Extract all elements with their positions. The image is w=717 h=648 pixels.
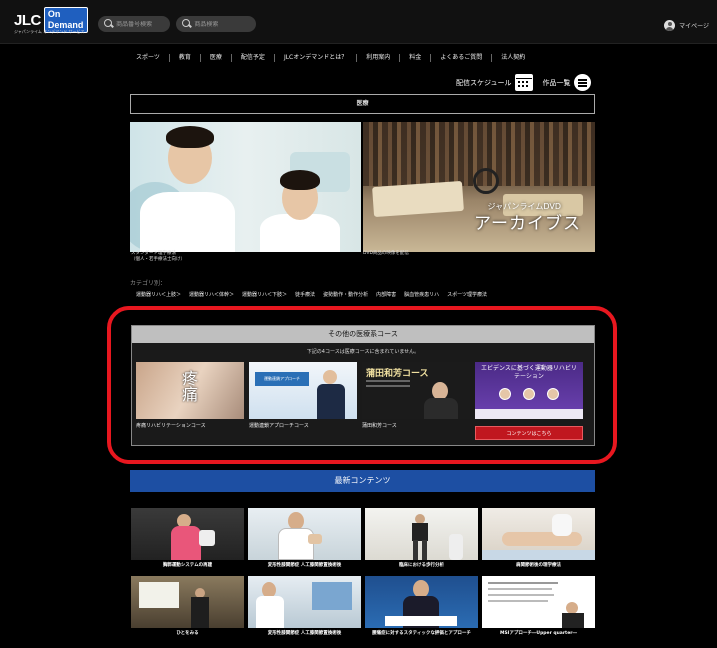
product-search-input[interactable] — [194, 20, 256, 28]
category-label: カテゴリ別： — [130, 280, 167, 287]
user-avatar-icon — [664, 20, 676, 31]
content-card[interactable]: 肩関節術後の理学療法 — [482, 508, 595, 568]
product-search[interactable] — [176, 16, 256, 32]
category-link[interactable]: 運動器リハ＜上肢＞ — [136, 291, 181, 298]
content-thumbnail — [131, 508, 244, 560]
hero-archive-banner[interactable]: ジャパンライムDVD アーカイブス — [363, 122, 595, 252]
content-card[interactable]: 臨床における歩行分析 — [365, 508, 478, 568]
product-number-search-input[interactable] — [116, 20, 170, 28]
nav-item-pricing[interactable]: 料金 — [399, 54, 430, 62]
content-thumbnail — [131, 576, 244, 628]
nav-item-education[interactable]: 教育 — [168, 54, 200, 62]
logo-subtitle: ジャパンライム オンデマンド サービス — [14, 29, 85, 34]
mypage-link[interactable]: マイページ — [664, 20, 709, 31]
latest-contents-header: 最新コンテンツ — [130, 470, 595, 492]
category-links: 運動器リハ＜上肢＞ 運動器リハ＜体幹＞ 運動器リハ＜下肢＞ 徒手療法 姿勢動作・… — [136, 291, 495, 298]
content-thumbnail — [248, 576, 361, 628]
content-thumbnail — [365, 576, 478, 628]
category-link[interactable]: 徒手療法 — [295, 291, 315, 298]
category-link[interactable]: 姿勢動作・動作分析 — [323, 291, 368, 298]
doctor-figure — [140, 192, 235, 252]
archive-title: アーカイブス — [474, 214, 581, 234]
content-thumbnail — [482, 576, 595, 628]
nav-item-sports[interactable]: スポーツ — [136, 54, 169, 62]
content-card[interactable]: ひとをみる — [131, 576, 244, 636]
hero-right-caption: DVD商品の映像を配信 — [363, 251, 409, 256]
schedule-label[interactable]: 配信スケジュール — [456, 78, 512, 88]
hero-standard-pt-banner[interactable] — [130, 122, 361, 252]
hero-left-caption: スタンダード理学療法 （個人・若手療法士向け） — [131, 251, 185, 262]
content-card[interactable]: 変形性膝関節症 人工膝関節置換術後 — [248, 508, 361, 568]
list-label[interactable]: 作品一覧 — [543, 78, 571, 88]
top-bar: JLC On Demand ジャパンライム オンデマンド サービス マイページ — [0, 0, 717, 44]
nav-item-medical[interactable]: 医療 — [199, 54, 231, 62]
nav-item-about[interactable]: JLCオンデマンドとは？ — [273, 54, 356, 62]
category-link[interactable]: スポーツ理学療法 — [447, 291, 487, 298]
nav-item-guide[interactable]: 利用案内 — [356, 54, 399, 62]
search-icon — [104, 19, 113, 29]
nav-item-schedule[interactable]: 配信予定 — [230, 54, 274, 62]
content-thumbnail — [482, 508, 595, 560]
content-card[interactable]: 腰痛症に対するスタティックな評価とアプローチ — [365, 576, 478, 636]
content-thumbnail — [248, 508, 361, 560]
logo-jlc: JLC — [14, 11, 41, 29]
content-card[interactable]: 変形性膝関節症 人工膝関節置換術後 — [248, 576, 361, 636]
nav-item-corporate[interactable]: 法人契約 — [491, 54, 534, 62]
category-link[interactable]: 運動器リハ＜体幹＞ — [189, 291, 234, 298]
calendar-icon[interactable] — [514, 74, 533, 91]
content-card[interactable]: 胸郭運動システムの再建 — [131, 508, 244, 568]
category-link[interactable]: 内部障害 — [376, 291, 396, 298]
schedule-links: 配信スケジュール 作品一覧 — [456, 74, 591, 91]
category-link[interactable]: 運動器リハ＜下肢＞ — [242, 291, 287, 298]
mypage-label: マイページ — [679, 23, 709, 30]
highlight-ring — [107, 306, 617, 464]
magnifier-icon — [473, 168, 499, 194]
list-icon[interactable] — [573, 74, 591, 91]
product-number-search[interactable] — [98, 16, 170, 32]
main-nav: スポーツ 教育 医療 配信予定 JLCオンデマンドとは？ 利用案内 料金 よくあ… — [136, 54, 616, 62]
category-link[interactable]: 脳血管疾患リハ — [404, 291, 439, 298]
category-title: 医療 — [130, 94, 595, 114]
site-logo[interactable]: JLC On Demand ジャパンライム オンデマンド サービス — [14, 7, 88, 38]
nav-item-faq[interactable]: よくあるご質問 — [430, 54, 491, 62]
content-card[interactable]: MSIアプローチ―Upper quarter― — [482, 576, 595, 636]
content-thumbnail — [365, 508, 478, 560]
search-icon — [182, 19, 191, 29]
